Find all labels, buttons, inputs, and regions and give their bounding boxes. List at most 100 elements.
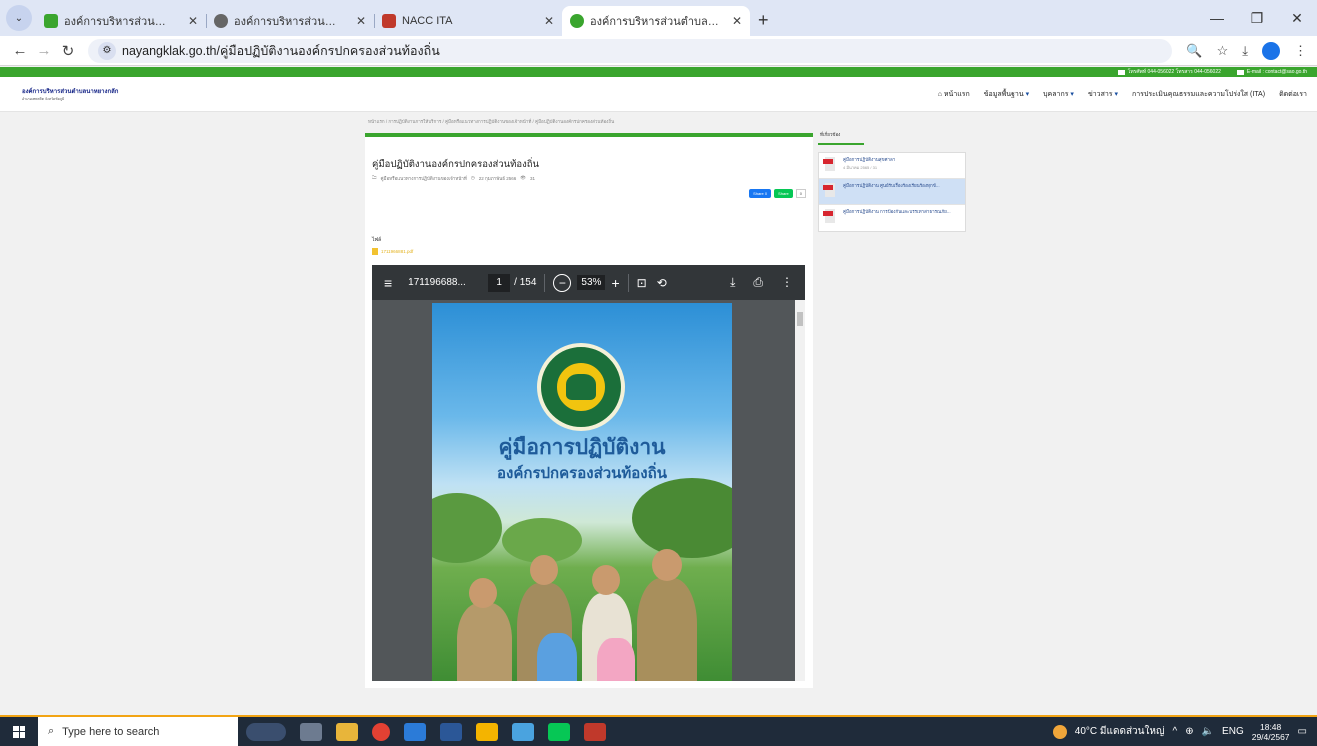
tray-chevron-icon[interactable]: ^ bbox=[1173, 726, 1178, 737]
network-icon[interactable]: ⊕ bbox=[1185, 726, 1193, 737]
bookmark-star-icon[interactable]: ☆ bbox=[1217, 43, 1229, 59]
facebook-share-button[interactable]: Share 0 bbox=[749, 189, 772, 198]
folder-icon: 🗀 bbox=[372, 175, 377, 180]
address-bar: ← → ↻ ⚙ nayangklak.go.th/คู่มือปฏิบัติงา… bbox=[0, 36, 1317, 66]
close-tab-icon[interactable]: ✕ bbox=[544, 14, 554, 28]
back-icon[interactable]: ← bbox=[8, 42, 32, 59]
taskbar-search[interactable]: ⌕ Type here to search bbox=[38, 717, 238, 746]
tab-title: องค์การบริหารส่วนตำบลจันทร์ อำเภอ bbox=[234, 16, 346, 28]
chrome-icon[interactable] bbox=[372, 722, 390, 741]
word-icon[interactable] bbox=[440, 722, 462, 741]
phone-text: โทรศัพท์ 044-056022 โทรสาร 044-056022 bbox=[1127, 69, 1221, 75]
pdf-file-icon bbox=[823, 209, 835, 223]
pdf-filename: 171196688... bbox=[408, 277, 466, 288]
more-options-icon[interactable]: ⋮ bbox=[781, 275, 793, 290]
close-window-icon[interactable]: ✕ bbox=[1277, 10, 1317, 27]
site-logo[interactable]: องค์การบริหารส่วนตำบลนาหยางกลัก อำเภอเทพ… bbox=[22, 86, 118, 102]
photos-icon[interactable] bbox=[512, 722, 534, 741]
weather-text[interactable]: 40°C มีแดดส่วนใหญ่ bbox=[1075, 724, 1165, 739]
related-item[interactable]: คู่มือการปฏิบัติงาน การป้องกันและบรรเทาส… bbox=[819, 205, 965, 231]
taskbar-apps bbox=[246, 722, 606, 741]
download-icon[interactable]: ⤓ bbox=[1242, 43, 1248, 59]
browser-tab-active[interactable]: องค์การบริหารส่วนตำบลนาหยางกลัก ✕ bbox=[562, 6, 750, 36]
sidebar-title: ที่เกี่ยวข้อง bbox=[818, 129, 864, 145]
close-tab-icon[interactable]: ✕ bbox=[356, 14, 366, 28]
profile-avatar[interactable] bbox=[1262, 41, 1280, 60]
person-illustration bbox=[637, 578, 697, 681]
browser-tab[interactable]: องค์การบริหารส่วนตำบลจันทร์ อำเภอ ✕ bbox=[206, 6, 374, 36]
pdf-scrollbar[interactable] bbox=[795, 300, 805, 681]
file-download-link[interactable]: 1711966881.pdf bbox=[372, 248, 413, 255]
nav-news[interactable]: ข่าวสาร bbox=[1088, 89, 1118, 100]
post-title: คู่มือปฏิบัติงานองค์กรปกครองส่วนท้องถิ่น bbox=[372, 159, 540, 170]
notification-icon[interactable]: ▭ bbox=[1298, 726, 1307, 737]
scrollbar-thumb[interactable] bbox=[797, 312, 803, 326]
site-header: องค์การบริหารส่วนตำบลนาหยางกลัก อำเภอเทพ… bbox=[0, 77, 1317, 112]
eye-icon: 👁 bbox=[520, 175, 526, 180]
nav-personnel[interactable]: บุคลากร bbox=[1043, 89, 1074, 100]
site-info-icon[interactable]: ⚙ bbox=[98, 41, 116, 60]
seal-emblem bbox=[566, 374, 596, 400]
forward-icon[interactable]: → bbox=[32, 42, 56, 59]
person-illustration bbox=[537, 633, 577, 681]
rotate-icon[interactable]: ⟲ bbox=[657, 276, 667, 290]
nav-home[interactable]: ⌂ หน้าแรก bbox=[938, 89, 970, 100]
task-view-icon[interactable] bbox=[300, 722, 322, 741]
phone-icon bbox=[1117, 69, 1125, 75]
zoom-icon[interactable]: 🔍 bbox=[1186, 43, 1202, 59]
print-icon[interactable]: ⎙ bbox=[753, 275, 763, 290]
start-button[interactable] bbox=[0, 717, 38, 746]
tab-search-button[interactable]: ⌄ bbox=[6, 5, 32, 31]
close-tab-icon[interactable]: ✕ bbox=[188, 14, 198, 28]
language-indicator[interactable]: ENG bbox=[1222, 726, 1244, 737]
clock[interactable]: 18:48 29/4/2567 bbox=[1252, 722, 1290, 742]
windows-taskbar: ⌕ Type here to search 40°C มีแดดส่วนใหญ่… bbox=[0, 717, 1317, 746]
minimize-icon[interactable]: — bbox=[1197, 10, 1237, 26]
clock-time: 18:48 bbox=[1259, 721, 1282, 732]
volume-icon[interactable]: 🔈 bbox=[1202, 726, 1214, 737]
browser-tab[interactable]: NACC ITA ✕ bbox=[374, 6, 562, 36]
nav-ita[interactable]: การประเมินคุณธรรมและความโปร่งใส (ITA) bbox=[1132, 89, 1265, 100]
menu-icon[interactable]: ≡ bbox=[384, 275, 392, 291]
news-widget-icon[interactable] bbox=[246, 722, 286, 741]
reload-icon[interactable]: ↻ bbox=[56, 42, 80, 60]
person-illustration bbox=[597, 638, 635, 681]
related-item[interactable]: คู่มือการปฏิบัติงานสุขศาลา 4 มีนาคม 2565… bbox=[819, 153, 965, 179]
download-icon[interactable]: ⤓ bbox=[730, 275, 735, 290]
clock-icon: ◷ bbox=[470, 175, 475, 180]
menu-kebab-icon[interactable]: ⋮ bbox=[1294, 43, 1307, 59]
weather-icon[interactable] bbox=[1052, 724, 1067, 739]
tree-illustration bbox=[432, 493, 502, 563]
person-head bbox=[469, 578, 497, 608]
related-item-meta: 4 มีนาคม 2565 / 31 bbox=[843, 164, 878, 170]
app-icon[interactable] bbox=[584, 722, 606, 741]
post-category[interactable]: คู่มือหรือแนวทางการปฏิบัติงานของเจ้าหน้า… bbox=[381, 175, 467, 182]
browser-tab[interactable]: องค์การบริหารส่วนตำบลนาหยาง ✕ bbox=[36, 6, 206, 36]
fit-page-icon[interactable]: ⊡ bbox=[637, 276, 647, 290]
person-illustration bbox=[457, 603, 512, 681]
file-label: ไฟล์ bbox=[372, 237, 382, 243]
system-tray: 40°C มีแดดส่วนใหญ่ ^ ⊕ 🔈 ENG 18:48 29/4/… bbox=[1052, 722, 1317, 742]
page-number-input[interactable]: 1 bbox=[488, 273, 511, 292]
zoom-in-button[interactable]: + bbox=[611, 275, 619, 291]
line-share-button[interactable]: Share bbox=[774, 189, 793, 198]
zoom-level[interactable]: 53% bbox=[577, 275, 606, 290]
file-explorer-icon[interactable] bbox=[336, 722, 358, 741]
drive-icon[interactable] bbox=[476, 722, 498, 741]
nav-contact[interactable]: ติดต่อเรา bbox=[1279, 89, 1307, 100]
department-seal-logo bbox=[537, 343, 625, 431]
logo-title: องค์การบริหารส่วนตำบลนาหยางกลัก bbox=[22, 89, 119, 95]
mail-app-icon[interactable] bbox=[404, 722, 426, 741]
breadcrumb[interactable]: หน้าแรก / การปฏิบัติงานการให้บริการ / คู… bbox=[368, 118, 614, 125]
nav-basic-info[interactable]: ข้อมูลพื้นฐาน bbox=[984, 89, 1029, 100]
tree-illustration bbox=[632, 478, 732, 558]
related-item[interactable]: คู่มือการปฏิบัติงาน ศูนย์รับเรื่องร้องเร… bbox=[819, 179, 965, 205]
new-tab-button[interactable]: + bbox=[758, 10, 769, 31]
url-field[interactable]: ⚙ nayangklak.go.th/คู่มือปฏิบัติงานองค์ก… bbox=[88, 38, 1173, 63]
line-app-icon[interactable] bbox=[548, 722, 570, 741]
page-total: / 154 bbox=[514, 277, 537, 288]
close-tab-icon[interactable]: ✕ bbox=[732, 14, 742, 28]
related-sidebar: ที่เกี่ยวข้อง คู่มือการปฏิบัติงานสุขศาลา… bbox=[818, 129, 966, 232]
maximize-icon[interactable]: ❐ bbox=[1237, 10, 1277, 27]
zoom-out-button[interactable]: − bbox=[553, 273, 572, 292]
